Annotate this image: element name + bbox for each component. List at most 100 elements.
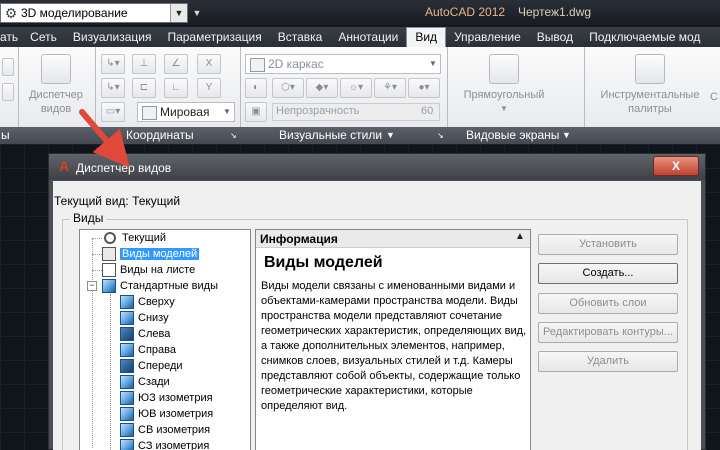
tree-item-left[interactable]: Слева	[120, 326, 170, 342]
panel-launcher-icon[interactable]: ↘	[230, 127, 237, 144]
ribbon-left-tool[interactable]	[2, 83, 14, 101]
ucs-combo[interactable]: Мировая ▼	[137, 102, 235, 122]
tree-item-ne-iso[interactable]: СВ изометрия	[120, 422, 210, 438]
ucs-origin-button[interactable]: ⊥	[132, 54, 156, 74]
tab-parametric[interactable]: Параметризация	[159, 27, 269, 47]
tab-mesh[interactable]: Сеть	[22, 27, 65, 47]
tool-palettes-button[interactable]: Инструментальные палитры	[590, 54, 710, 116]
view-manager-ribbon-button[interactable]: Диспетчер видов	[20, 54, 92, 116]
collapse-up-icon[interactable]: ▲	[515, 231, 525, 242]
ucs-3point-button[interactable]: ∠	[164, 54, 188, 74]
visual-style-combo[interactable]: 2D каркас ▼	[245, 54, 441, 74]
tree-connector	[92, 254, 102, 255]
panel-title-coordinates[interactable]: Координаты	[126, 127, 194, 144]
tab-view[interactable]: Вид	[406, 27, 447, 47]
panel-title-left: ы	[1, 128, 10, 142]
tab-insert[interactable]: Вставка	[270, 27, 331, 47]
cube-top-icon	[120, 295, 134, 310]
panel-title-viewports[interactable]: Видовые экраны	[466, 127, 559, 144]
environment-tool[interactable]: ●▾	[408, 78, 440, 98]
tree-item-right[interactable]: Справа	[120, 342, 176, 358]
ribbon-next-label: С	[710, 91, 718, 103]
ucs-view-button[interactable]: ⊏	[132, 78, 156, 98]
update-layers-button[interactable]: Обновить слои	[538, 293, 678, 314]
app-title: AutoCAD 2012	[425, 5, 506, 19]
edge-style-tool[interactable]: ⬡▾	[272, 78, 304, 98]
quick-access-menu-icon[interactable]: ▼	[190, 3, 204, 23]
cube-bottom-icon	[120, 311, 134, 326]
chevron-down-icon[interactable]: ▼	[170, 4, 187, 22]
tree-item-front[interactable]: Спереди	[120, 358, 183, 374]
set-current-button[interactable]: Установить	[538, 234, 678, 255]
tool-palettes-icon	[635, 54, 665, 84]
tree-item-back[interactable]: Сзади	[120, 374, 170, 390]
dialog-close-button[interactable]: X	[653, 156, 699, 176]
tree-connector	[92, 270, 102, 271]
cube-icon	[102, 279, 116, 294]
ribbon-left-tool[interactable]	[2, 58, 14, 76]
tree-item-model-views[interactable]: Виды моделей	[102, 246, 200, 262]
chevron-down-icon: ▼	[500, 104, 508, 113]
ucs-x-button[interactable]: X	[197, 54, 221, 74]
tree-connector	[92, 238, 102, 239]
view-manager-icon	[41, 54, 71, 84]
delete-button[interactable]: Удалить	[538, 351, 678, 372]
tree-item-bottom[interactable]: Снизу	[120, 310, 169, 326]
cube-iso-icon	[120, 439, 134, 450]
tree-item-layout-views[interactable]: Виды на листе	[102, 262, 195, 278]
current-view-label: Текущий вид: Текущий	[54, 194, 181, 208]
ucs-named-button[interactable]: ↳▾	[101, 78, 125, 98]
cube-front-icon	[120, 359, 134, 374]
tab-output[interactable]: Вывод	[529, 27, 581, 47]
tree-expander-icon[interactable]: −	[87, 281, 97, 291]
opacity-label: Непрозрачность	[276, 105, 360, 117]
ucs-combo-value: Мировая	[160, 105, 210, 119]
ucs-tool-button[interactable]: ↳▾	[101, 54, 125, 74]
tree-item-se-iso[interactable]: ЮВ изометрия	[120, 406, 213, 422]
viewport-label: Прямоугольный	[463, 89, 545, 101]
panel-title-visual-styles[interactable]: Визуальные стили	[279, 127, 382, 144]
xray-tool[interactable]: ▣	[245, 102, 267, 122]
viewport-rectangular-button[interactable]: Прямоугольный ▼	[452, 54, 556, 116]
cube-iso-icon	[120, 391, 134, 406]
tree-item-nw-iso[interactable]: СЗ изометрия	[120, 438, 209, 450]
sheet-icon	[102, 263, 116, 278]
ucs-y-button[interactable]: Y	[197, 78, 221, 98]
views-tree[interactable]: − Текущий Виды моделей Виды на листе Ста…	[79, 229, 251, 450]
autocad-logo-icon: A	[58, 158, 70, 174]
tab-visualize[interactable]: Визуализация	[65, 27, 160, 47]
tree-item-current[interactable]: Текущий	[102, 230, 166, 246]
lighting-tool[interactable]: ☼▾	[340, 78, 372, 98]
viewport-icon	[489, 54, 519, 84]
chevron-down-icon[interactable]: ▼	[562, 127, 571, 144]
ribbon-tabs: ать Сеть Визуализация Параметризация Вст…	[0, 27, 708, 47]
views-group-label: Виды	[70, 211, 107, 225]
chevron-down-icon: ▼	[223, 107, 231, 116]
material-tool[interactable]: ⚘▾	[374, 78, 406, 98]
tab-annotate[interactable]: Аннотации	[330, 27, 406, 47]
camera-icon	[102, 247, 116, 262]
new-view-button[interactable]: Создать...	[538, 263, 678, 284]
tab-manage[interactable]: Управление	[446, 27, 529, 47]
cube-iso-icon	[120, 423, 134, 438]
tree-item-preset-views[interactable]: Стандартные виды	[102, 278, 218, 294]
tree-item-top[interactable]: Сверху	[120, 294, 175, 310]
opacity-value: 60	[421, 105, 434, 117]
tree-item-sw-iso[interactable]: ЮЗ изометрия	[120, 390, 213, 406]
cube-iso-icon	[120, 407, 134, 422]
visual-style-tool[interactable]: ◐	[245, 78, 267, 98]
panel-launcher-icon[interactable]: ↘	[437, 127, 444, 144]
shadow-tool[interactable]: ◆▾	[306, 78, 338, 98]
ucs-object-button[interactable]: ∟	[164, 78, 188, 98]
chevron-down-icon[interactable]: ▼	[386, 127, 395, 144]
ucs-world-button[interactable]: ▭▾	[101, 102, 125, 122]
information-text: Виды модели связаны с именованными видам…	[261, 280, 527, 412]
cube-back-icon	[120, 375, 134, 390]
information-title: Информация	[260, 232, 338, 246]
visual-style-icon	[250, 58, 265, 72]
tab-plugins[interactable]: Подключаемые мод	[581, 27, 708, 47]
edit-boundaries-button[interactable]: Редактировать контуры...	[538, 322, 678, 343]
workspace-dropdown[interactable]: ⚙ 3D моделирование ▼	[0, 3, 188, 23]
dialog-title: Диспетчер видов	[76, 161, 172, 175]
tab-render-partial[interactable]: ать	[0, 27, 22, 47]
